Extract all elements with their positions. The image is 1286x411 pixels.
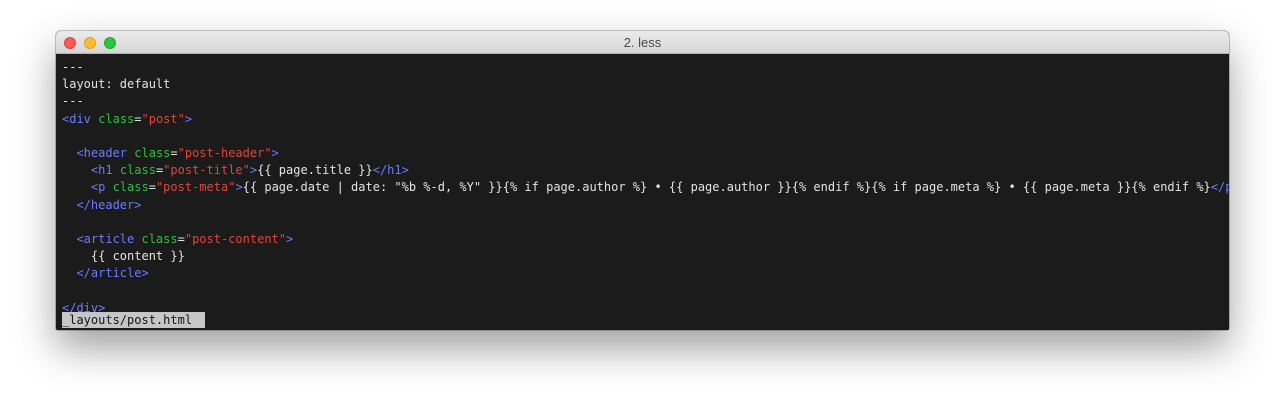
code-token: --- — [62, 60, 84, 74]
code-token: </p> — [1210, 180, 1229, 195]
code-line: </article> — [62, 265, 1229, 282]
less-filename-prompt: _layouts/post.html — [62, 312, 206, 328]
terminal-window: 2. less --- layout: default --- <div class=… — [56, 31, 1229, 330]
code-token: <article — [76, 231, 135, 246]
status-line: _layouts/post.html — [62, 312, 206, 328]
code-token: class — [98, 111, 135, 126]
code-token: {{ page.date | date: "%b %-d, %Y" }}{% i… — [242, 180, 1211, 195]
code-token: "post-header" — [177, 145, 272, 160]
code-token: > — [271, 145, 279, 160]
code-token: layout: default — [62, 77, 171, 92]
code-token: > — [184, 111, 193, 126]
code-token: > — [235, 180, 243, 195]
code-token: </h1> — [372, 163, 409, 178]
code-line: <article class="post-content"> — [62, 231, 1229, 248]
code-token: {{ page.title }} — [257, 163, 373, 178]
code-line: layout: default — [62, 76, 1229, 93]
code-view: --- layout: default --- <div class="post"> … — [62, 59, 1229, 317]
code-token: class — [134, 145, 171, 160]
code-token: </header> — [76, 197, 142, 212]
code-line: {{ content }} — [62, 248, 1229, 265]
code-token: <div — [62, 111, 91, 126]
code-token: class — [141, 231, 178, 246]
code-token: = — [148, 180, 156, 195]
code-token: {{ content }} — [62, 249, 185, 264]
code-token: <p — [90, 180, 106, 195]
code-line: <p class="post-meta">{{ page.date | date… — [62, 179, 1229, 196]
code-token: </article> — [76, 266, 149, 281]
code-line: </div> — [62, 300, 1229, 317]
code-line: --- — [62, 59, 1229, 76]
code-token: --- — [62, 94, 84, 109]
code-token: "post-content" — [184, 231, 286, 246]
code-token: = — [177, 231, 185, 246]
code-token: > — [286, 231, 294, 246]
code-token: <h1 — [90, 163, 113, 178]
code-line: <div class="post"> — [62, 111, 1229, 128]
code-line: </header> — [62, 197, 1229, 214]
code-line: <header class="post-header"> — [62, 145, 1229, 162]
code-token: = — [134, 111, 142, 126]
code-token: class — [112, 180, 149, 195]
code-token: "post" — [141, 111, 185, 126]
code-token: = — [170, 145, 178, 160]
code-token: class — [119, 163, 156, 178]
code-line: --- — [62, 93, 1229, 110]
code-line: <h1 class="post-title">{{ page.title }}<… — [62, 162, 1229, 179]
code-token: "post-title" — [163, 163, 250, 178]
title-bar[interactable]: 2. less — [56, 31, 1229, 54]
code-token: <header — [76, 145, 128, 160]
window-title: 2. less — [623, 35, 662, 50]
terminal-content[interactable]: --- layout: default --- <div class="post"> … — [56, 54, 1229, 330]
code-token: "post-meta" — [155, 180, 236, 195]
